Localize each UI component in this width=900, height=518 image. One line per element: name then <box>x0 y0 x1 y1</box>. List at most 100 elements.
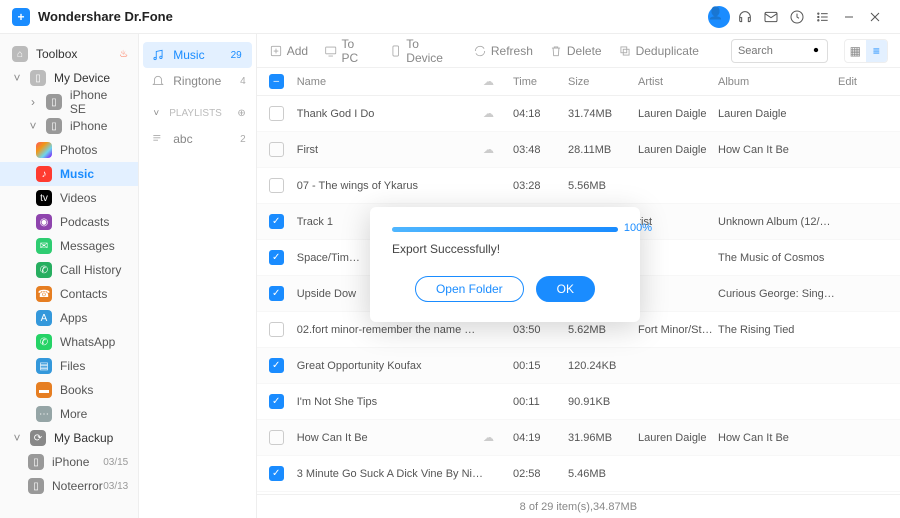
row-name: 07 - The wings of Ykarus <box>297 180 483 192</box>
delete-button[interactable]: Delete <box>549 44 602 58</box>
row-checkbox[interactable]: ✓ <box>269 394 284 409</box>
sidebar-item-apps[interactable]: AApps <box>0 306 138 330</box>
history-icon[interactable] <box>784 4 810 30</box>
row-checkbox[interactable]: ✓ <box>269 286 284 301</box>
podcasts-icon: ◉ <box>36 214 52 230</box>
to-pc-button[interactable]: To PC <box>324 37 373 65</box>
header-name[interactable]: Name <box>297 76 483 88</box>
row-size: 120.24KB <box>568 360 638 372</box>
sidebar-item-mydevice[interactable]: ˅▯My Device <box>0 66 138 90</box>
open-folder-button[interactable]: Open Folder <box>415 276 524 302</box>
row-size: 5.56MB <box>568 180 638 192</box>
view-toggle[interactable]: ▦≡ <box>844 39 888 63</box>
mail-icon[interactable] <box>758 4 784 30</box>
sidebar-item-files[interactable]: ▤Files <box>0 354 138 378</box>
row-album: Lauren Daigle <box>718 108 838 120</box>
sidebar-item-contacts[interactable]: ☎Contacts <box>0 282 138 306</box>
deduplicate-button[interactable]: Deduplicate <box>618 44 699 58</box>
header-artist[interactable]: Artist <box>638 76 718 88</box>
row-time: 04:18 <box>513 108 568 120</box>
playlist-abc[interactable]: abc2 <box>139 126 256 152</box>
table-row[interactable]: ✓3 Minute Go Suck A Dick Vine By Ni…02:5… <box>257 456 900 492</box>
account-icon[interactable]: 👤 <box>706 4 732 30</box>
sidebar-backup-iphone[interactable]: ▯iPhone03/15 <box>0 450 138 474</box>
row-album: How Can It Be <box>718 144 838 156</box>
sidebar-item-whatsapp[interactable]: ✆WhatsApp <box>0 330 138 354</box>
row-checkbox[interactable] <box>269 106 284 121</box>
row-checkbox[interactable] <box>269 322 284 337</box>
headset-icon[interactable] <box>732 4 758 30</box>
sidebar-backup-noteerror[interactable]: ▯Noteerror03/13 <box>0 474 138 498</box>
phone-icon: ▯ <box>46 118 62 134</box>
row-checkbox[interactable]: ✓ <box>269 358 284 373</box>
row-album: How Can It Be <box>718 432 838 444</box>
phone-icon: ▯ <box>28 454 44 470</box>
progress-bar <box>392 227 618 232</box>
row-name: 02.fort minor-remember the name … <box>297 324 483 336</box>
row-artist: Lauren Daigle <box>638 108 718 120</box>
table-row[interactable]: ✓I'm Not She Tips00:1190.91KB <box>257 384 900 420</box>
sidebar-item-messages[interactable]: ✉Messages <box>0 234 138 258</box>
search-input[interactable] <box>731 39 828 63</box>
to-device-button[interactable]: To Device <box>389 37 457 65</box>
header-time[interactable]: Time <box>513 76 568 88</box>
sidebar-item-podcasts[interactable]: ◉Podcasts <box>0 210 138 234</box>
whatsapp-icon: ✆ <box>36 334 52 350</box>
backup-icon: ⟳ <box>30 430 46 446</box>
row-time: 00:15 <box>513 360 568 372</box>
close-button[interactable] <box>862 4 888 30</box>
header-cloud-icon: ☁ <box>483 75 513 88</box>
sidebar-item-books[interactable]: ▬Books <box>0 378 138 402</box>
table-row[interactable]: 07 - The wings of Ykarus03:285.56MB <box>257 168 900 204</box>
table-row[interactable]: How Can It Be☁04:1931.96MBLauren DaigleH… <box>257 420 900 456</box>
add-playlist-icon[interactable]: ⊕ <box>237 108 245 119</box>
minimize-button[interactable] <box>836 4 862 30</box>
table-row[interactable]: Thank God I Do☁04:1831.74MBLauren Daigle… <box>257 96 900 132</box>
header-edit: Edit <box>838 76 888 88</box>
music-icon <box>151 48 165 62</box>
ok-button[interactable]: OK <box>536 276 595 302</box>
select-all-checkbox[interactable]: – <box>269 74 284 89</box>
chevron-down-icon: ˅ <box>151 108 161 119</box>
row-checkbox[interactable]: ✓ <box>269 214 284 229</box>
row-artist: Lauren Daigle <box>638 432 718 444</box>
call-icon: ✆ <box>36 262 52 278</box>
sidebar-item-more[interactable]: ⋯More <box>0 402 138 426</box>
row-checkbox[interactable]: ✓ <box>269 466 284 481</box>
header-size[interactable]: Size <box>568 76 638 88</box>
row-checkbox[interactable] <box>269 178 284 193</box>
category-music[interactable]: Music29 <box>143 42 252 68</box>
header-album[interactable]: Album <box>718 76 838 88</box>
refresh-button[interactable]: Refresh <box>473 44 533 58</box>
cloud-icon: ☁ <box>483 107 513 120</box>
add-button[interactable]: Add <box>269 44 308 58</box>
apps-icon: A <box>36 310 52 326</box>
row-time: 04:19 <box>513 432 568 444</box>
row-size: 31.96MB <box>568 432 638 444</box>
playlist-icon <box>151 132 165 146</box>
row-checkbox[interactable] <box>269 142 284 157</box>
photos-icon <box>36 142 52 158</box>
sidebar-item-mybackup[interactable]: ˅⟳My Backup <box>0 426 138 450</box>
sidebar-item-iphone[interactable]: ˅▯iPhone <box>0 114 138 138</box>
sidebar-item-call-history[interactable]: ✆Call History <box>0 258 138 282</box>
sidebar-item-videos[interactable]: tvVideos <box>0 186 138 210</box>
table-row[interactable]: First☁03:4828.11MBLauren DaigleHow Can I… <box>257 132 900 168</box>
more-icon: ⋯ <box>36 406 52 422</box>
sidebar-item-photos[interactable]: Photos <box>0 138 138 162</box>
grid-view-icon[interactable]: ▦ <box>845 40 866 62</box>
table-row[interactable]: ✓ Great Opportunity Koufax 00:15120.24KB <box>257 348 900 384</box>
row-name: Great Opportunity Koufax <box>297 360 483 372</box>
row-checkbox[interactable]: ✓ <box>269 250 284 265</box>
row-checkbox[interactable] <box>269 430 284 445</box>
row-size: 31.74MB <box>568 108 638 120</box>
row-name: 3 Minute Go Suck A Dick Vine By Ni… <box>297 468 483 480</box>
phone-icon: ▯ <box>46 94 62 110</box>
category-ringtone[interactable]: Ringtone4 <box>139 68 256 94</box>
sidebar-item-iphone-se[interactable]: ›▯iPhone SE <box>0 90 138 114</box>
sidebar-item-music[interactable]: ♪Music <box>0 162 138 186</box>
sidebar-item-toolbox[interactable]: ⌂Toolbox♨ <box>0 42 138 66</box>
flame-icon: ♨ <box>119 49 128 60</box>
menu-icon[interactable] <box>810 4 836 30</box>
list-view-icon[interactable]: ≡ <box>866 40 887 62</box>
